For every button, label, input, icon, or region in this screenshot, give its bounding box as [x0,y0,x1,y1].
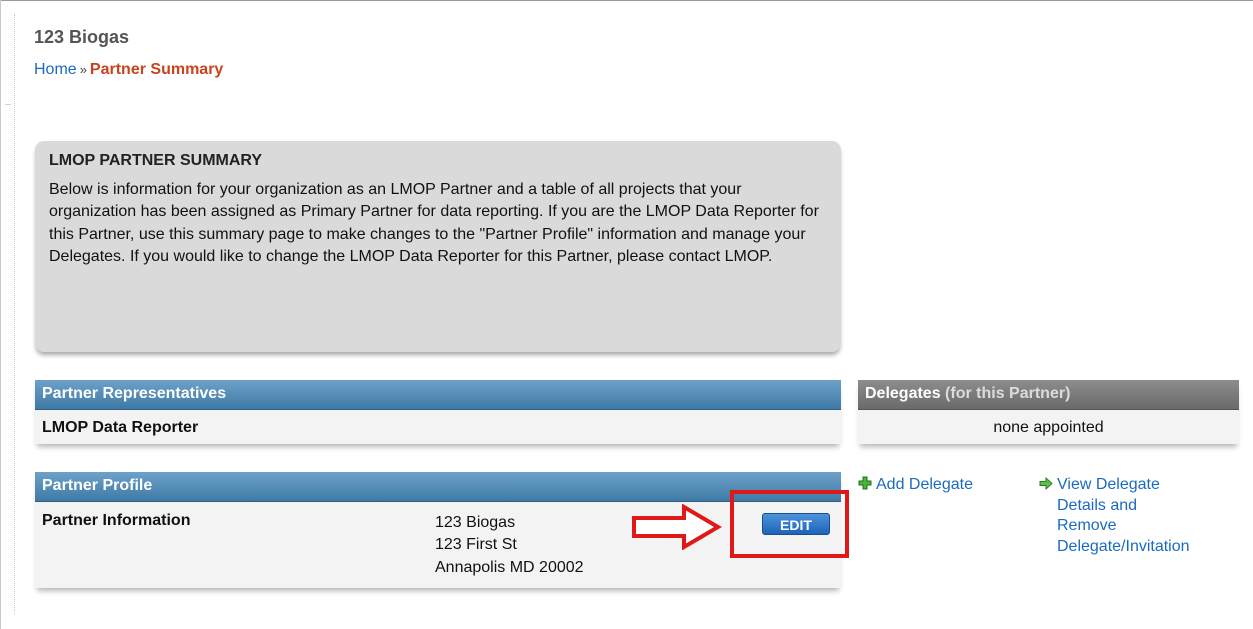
delegates-status: none appointed [993,419,1104,436]
address-line: Annapolis MD 20002 [435,558,584,576]
partner-address: 123 Biogas 123 First St Annapolis MD 200… [435,512,584,579]
view-delegate-label: View Delegate [1057,476,1160,493]
partner-summary-box: LMOP PARTNER SUMMARY Below is informatio… [35,141,841,352]
view-delegate-line: Delegate/Invitation [1057,537,1190,555]
green-arrow-icon [1039,477,1053,490]
right-arrow-icon [632,504,722,550]
breadcrumb-current: Partner Summary [89,61,224,78]
content-divider-tick [5,104,11,111]
window-left-border [0,0,1,629]
delegates-header: Delegates (for this Partner) [858,380,1239,410]
partner-information-label: Partner Information [42,512,191,529]
partner-representatives-panel: Partner Representatives LMOP Data Report… [35,380,841,444]
partner-representatives-header: Partner Representatives [35,380,841,410]
partner-profile-header: Partner Profile [35,472,841,502]
content-divider [14,14,15,614]
data-reporter-label: LMOP Data Reporter [42,419,199,436]
breadcrumb: Home» Partner Summary [34,61,223,79]
add-delegate-label: Add Delegate [876,476,973,493]
delegates-title: Delegates [865,385,941,402]
address-line: 123 Biogas [435,514,516,531]
summary-description: Below is information for your organizati… [49,181,819,266]
view-delegate-details-link[interactable]: View Delegate Details and Remove Delegat… [1039,475,1190,557]
breadcrumb-separator: » [79,62,87,77]
delegates-panel: Delegates (for this Partner) none appoin… [858,380,1239,444]
view-delegate-line: View Delegate [1039,475,1190,496]
summary-heading: LMOP PARTNER SUMMARY [49,152,263,169]
address-line: 123 First St [435,536,517,554]
breadcrumb-home-link[interactable]: Home [34,61,77,78]
plus-icon [858,476,872,490]
edit-highlight-box [730,490,849,558]
view-delegate-line: Details and [1057,496,1138,514]
add-delegate-link[interactable]: Add Delegate [858,475,973,494]
delegates-title-suffix: (for this Partner) [945,385,1071,402]
window-top-border [0,0,1253,1]
page-title: 123 Biogas [34,27,130,47]
view-delegate-line: Remove [1057,517,1117,534]
